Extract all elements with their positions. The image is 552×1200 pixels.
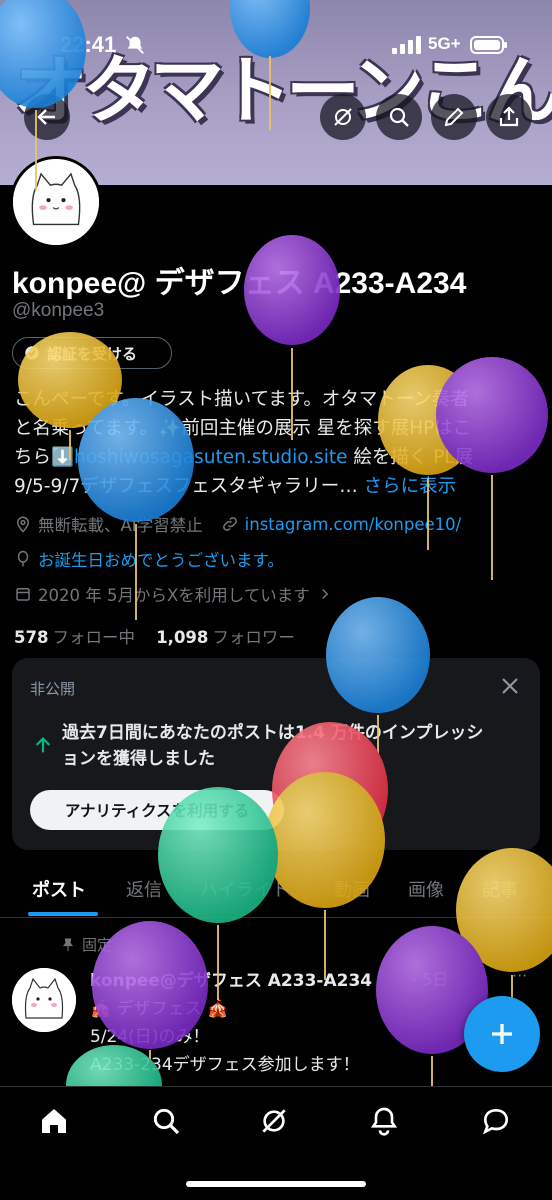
cat-avatar-image (13, 159, 99, 245)
verified-badge-icon (25, 346, 39, 360)
profile-avatar[interactable] (10, 156, 102, 248)
impressions-text: 過去7日間にあなたのポストは1.4 万件のインプレッシ ョンを獲得しました (62, 720, 532, 772)
verify-button[interactable]: 認証を受ける (12, 337, 172, 369)
bio-text: ちら⬇️ (14, 447, 75, 468)
location-text: 無断転載、AI学習禁止 (38, 516, 203, 535)
tab-highlights[interactable]: ハイライト (200, 876, 290, 902)
following-stat[interactable]: 578 フォロー中 (14, 628, 135, 647)
show-more-link[interactable]: さらに表示 (364, 476, 457, 497)
meta-row: 無断転載、AI学習禁止 instagram.com/konpee10/ (14, 512, 461, 536)
tab-posts[interactable]: ポスト (32, 876, 86, 902)
search-button[interactable] (376, 94, 422, 140)
grok-icon (334, 108, 352, 126)
tab-images[interactable]: 画像 (408, 876, 444, 902)
joined-row: 2020 年 5月からXを利用しています (14, 582, 334, 606)
bio-line: こんぺーです。イラスト描いてます。オタマトーン奏者 (14, 389, 469, 410)
arrow-up-icon (35, 737, 51, 753)
joined-text: 2020 年 5月からXを利用しています (38, 586, 310, 605)
status-time: 22:41 (60, 32, 117, 57)
signal-icon (392, 36, 421, 54)
followers-label: フォロワー (212, 628, 295, 647)
bell-muted-icon (126, 36, 144, 54)
birthday-text: お誕生日おめでとうございます。 (38, 551, 284, 570)
back-arrow-icon (37, 109, 55, 125)
pencil-icon (444, 107, 464, 127)
following-label: フォロー中 (52, 628, 135, 647)
home-indicator (186, 1181, 366, 1187)
private-analytics-card: 非公開 過去7日間にあなたのポストは1.4 万件のインプレッシ ョンを獲得しまし… (12, 658, 540, 850)
post-text-line: 5/24(日)のみ！ (90, 1027, 210, 1047)
website-link[interactable]: instagram.com/konpee10/ (245, 515, 462, 534)
link-icon (222, 517, 237, 531)
post-author[interactable]: konpee@デザフェス A233-A234 (90, 966, 372, 991)
post-text-line: A233-234デザフェス参加します！ (90, 1055, 360, 1075)
plus-icon (492, 1024, 512, 1044)
network-label: 5G+ (428, 34, 461, 53)
bottom-nav (0, 1086, 552, 1200)
impressions-line: ョンを獲得しました (62, 749, 215, 769)
post-timestamp: · 5日 (412, 970, 449, 989)
back-button[interactable] (24, 94, 70, 140)
handle: @konpee3 (12, 300, 105, 321)
bio-text: 9/5-9/7デザフェスフェスタギャラリー… (14, 476, 364, 497)
private-label: 非公開 (30, 680, 76, 698)
explore-icon[interactable] (150, 1105, 182, 1137)
status-bar: 22:41 5G+ (0, 28, 552, 62)
bell-icon[interactable] (368, 1105, 400, 1137)
messages-icon[interactable] (480, 1105, 512, 1137)
display-name: konpee@ デザフェス A233-A234 (12, 267, 467, 300)
birthday-row: お誕生日おめでとうございます。 (14, 547, 284, 571)
calendar-icon (16, 588, 30, 601)
home-icon[interactable] (38, 1105, 70, 1137)
followers-count: 1,098 (156, 628, 209, 647)
bio-link[interactable]: hoshiwosagasuten.studio.site (74, 447, 347, 468)
followers-stat[interactable]: 1,098 フォロワー (156, 628, 295, 647)
follow-stats: 578 フォロー中 1,098 フォロワー (14, 624, 295, 648)
bio-line: 9/5-9/7デザフェスフェスタギャラリー… さらに表示 (14, 472, 534, 501)
share-icon (499, 106, 519, 127)
bio: こんぺーです。イラスト描いてます。オタマトーン奏者 と名乗ってます。✨前回主催の… (14, 385, 534, 501)
location-icon (16, 516, 30, 533)
balloon-icon (17, 550, 29, 567)
profile-tabs: ポスト 返信 ハイライト 動画 画像 記事 (0, 868, 552, 918)
bio-text: 絵を描く PL展 (347, 447, 474, 468)
cat-avatar-image (12, 968, 76, 1032)
post-text-line: 🎪 デザフェス 🎪 (90, 999, 229, 1019)
pin-icon (63, 938, 73, 951)
bio-line: ちら⬇️hoshiwosagasuten.studio.site 絵を描く PL… (14, 443, 534, 472)
battery-icon (470, 36, 507, 54)
search-icon (389, 107, 409, 127)
pinned-indicator: 固定 (60, 934, 112, 955)
post-avatar[interactable] (12, 968, 76, 1032)
tab-replies[interactable]: 返信 (126, 876, 162, 902)
post-more-button[interactable]: ··· (512, 966, 527, 985)
edit-button[interactable] (431, 94, 477, 140)
bio-line: と名乗ってます。✨前回主催の展示 星を探す展HPはこ (14, 418, 472, 439)
tab-articles[interactable]: 記事 (482, 876, 518, 902)
active-tab-indicator (28, 912, 98, 916)
grok-nav-icon[interactable] (258, 1105, 290, 1137)
impressions-line: 過去7日間にあなたのポストは1.4 万件のインプレッシ (62, 723, 484, 743)
close-icon[interactable] (498, 674, 522, 698)
compose-button[interactable] (464, 996, 540, 1072)
tab-videos[interactable]: 動画 (334, 876, 370, 902)
share-button[interactable] (486, 94, 532, 140)
verify-label: 認証を受ける (47, 344, 138, 363)
grok-button[interactable] (320, 94, 366, 140)
following-count: 578 (14, 628, 49, 647)
chevron-right-icon[interactable] (316, 585, 334, 603)
pinned-label: 固定 (82, 936, 113, 954)
analytics-button[interactable]: アナリティクスを利用する (30, 790, 284, 830)
